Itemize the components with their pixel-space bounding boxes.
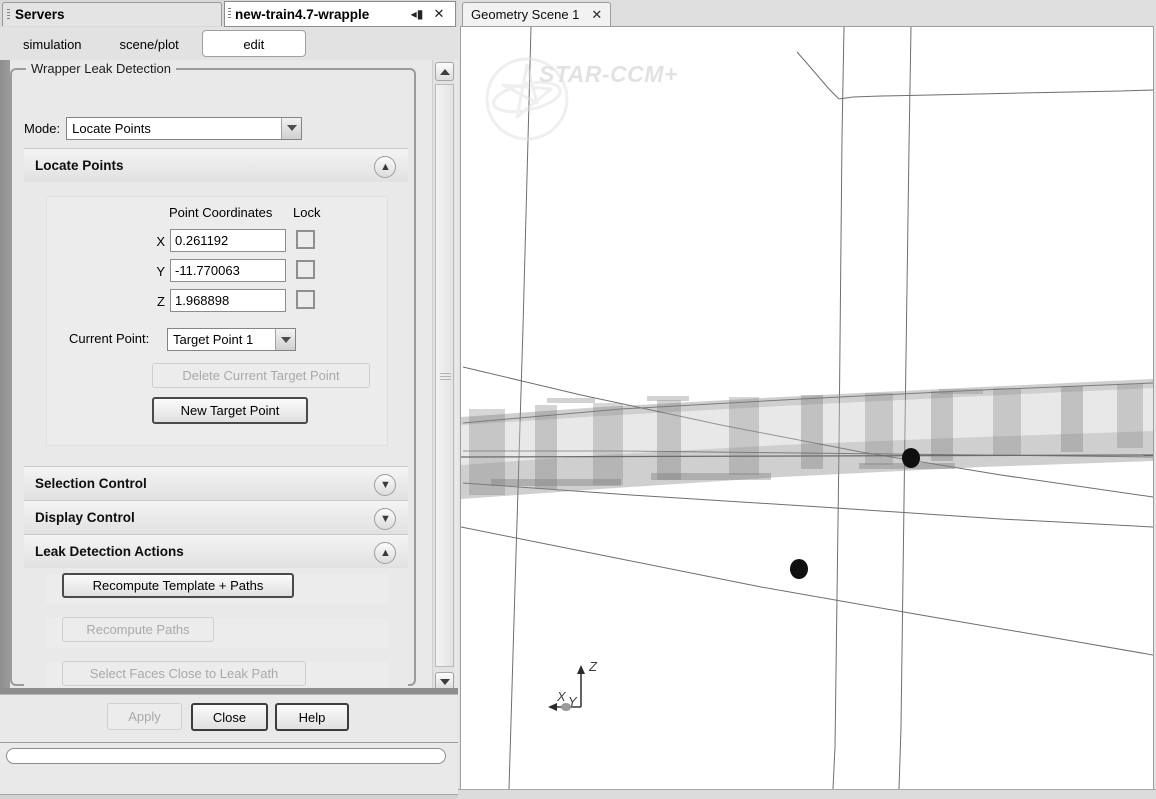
- current-point-select[interactable]: Target Point 1: [167, 328, 296, 351]
- servers-tab[interactable]: Servers: [2, 2, 222, 26]
- tab-edit[interactable]: edit: [201, 30, 306, 57]
- axis-label-z: Z: [589, 659, 597, 674]
- current-point-row: Current Point: Target Point 1: [47, 327, 389, 353]
- drag-grip-icon: [228, 8, 231, 20]
- chevron-down-icon[interactable]: [275, 329, 295, 350]
- status-progress-field: [6, 748, 446, 764]
- close-icon[interactable]: ✕: [431, 6, 447, 22]
- section-header-display-control[interactable]: Display Control ▼: [24, 500, 408, 534]
- help-button[interactable]: Help: [275, 703, 349, 731]
- dock-titlebar: Servers new-train4.7-wrapple ◂▮ ✕: [0, 0, 458, 27]
- section-header-leak-detection-actions[interactable]: Leak Detection Actions ▲: [24, 534, 408, 568]
- x-coordinate-input[interactable]: 0.261192: [170, 229, 286, 252]
- chevron-double-up-icon[interactable]: ▲: [374, 156, 396, 178]
- section-title: Locate Points: [35, 158, 124, 173]
- scrollbar-thumb[interactable]: [435, 84, 454, 667]
- scene-tab-bar: Geometry Scene 1 ✕: [458, 0, 1156, 26]
- status-bar-edge: [0, 794, 458, 799]
- panel-vertical-scrollbar[interactable]: [432, 60, 455, 693]
- wrapper-leak-detection-group: Wrapper Leak Detection Mode: Locate Poin…: [10, 61, 416, 692]
- axis-label-x: X: [156, 233, 165, 249]
- chevron-double-down-icon[interactable]: ▼: [374, 474, 396, 496]
- simulation-title-label: new-train4.7-wrapple: [235, 6, 370, 22]
- z-coordinate-input[interactable]: 1.968898: [170, 289, 286, 312]
- status-bar: [0, 742, 458, 799]
- coordinate-row-x: X 0.261192: [47, 227, 389, 255]
- chevron-double-up-icon[interactable]: ▲: [374, 542, 396, 564]
- tab-scene-plot[interactable]: scene/plot: [105, 30, 194, 57]
- coordinate-row-y: Y -11.770063: [47, 257, 389, 285]
- left-dock-panel: Servers new-train4.7-wrapple ◂▮ ✕ simula…: [0, 0, 458, 799]
- application-window: Servers new-train4.7-wrapple ◂▮ ✕ simula…: [0, 0, 1156, 799]
- scene-dock: Geometry Scene 1 ✕ STAR-CCM+ Z X Y: [458, 0, 1156, 799]
- recompute-template-paths-button[interactable]: Recompute Template + Paths: [62, 573, 294, 598]
- current-point-label: Current Point:: [69, 331, 150, 346]
- scene-bottom-strip: [458, 789, 1156, 799]
- simulation-title-tab[interactable]: new-train4.7-wrapple ◂▮ ✕: [224, 1, 456, 27]
- section-header-selection-control[interactable]: Selection Control ▼: [24, 466, 408, 500]
- scene-tab-label: Geometry Scene 1: [471, 7, 580, 22]
- group-title: Wrapper Leak Detection: [26, 61, 176, 76]
- axis-label-z: Z: [157, 293, 165, 309]
- chevron-up-icon[interactable]: [435, 62, 454, 81]
- collapse-icon[interactable]: ◂▮: [409, 6, 425, 22]
- apply-button[interactable]: Apply: [107, 703, 182, 730]
- coordinates-card: Point Coordinates Lock X 0.261192 Y -11.…: [46, 196, 388, 446]
- chevron-double-down-icon[interactable]: ▼: [374, 508, 396, 530]
- close-icon[interactable]: ✕: [591, 7, 602, 23]
- y-coordinate-input[interactable]: -11.770063: [170, 259, 286, 282]
- section-title: Display Control: [35, 510, 135, 525]
- scroll-content: Wrapper Leak Detection Mode: Locate Poin…: [0, 60, 433, 693]
- panel-scroll-area: Wrapper Leak Detection Mode: Locate Poin…: [0, 60, 458, 693]
- target-point-marker-2: [790, 559, 808, 579]
- point-coordinates-header: Point Coordinates: [169, 205, 273, 220]
- lock-header: Lock: [293, 205, 321, 220]
- delete-current-target-point-button[interactable]: Delete Current Target Point: [152, 363, 370, 388]
- axis-triad: Z X Y: [539, 659, 619, 719]
- recompute-paths-button[interactable]: Recompute Paths: [62, 617, 214, 642]
- mode-row: Mode: Locate Points: [24, 114, 408, 142]
- geometry-scene-viewport[interactable]: STAR-CCM+ Z X Y: [460, 26, 1154, 790]
- section-title: Selection Control: [35, 476, 147, 491]
- scrollbar-grip-icon: [440, 373, 451, 380]
- close-button[interactable]: Close: [191, 703, 268, 731]
- section-header-locate-points[interactable]: Locate Points ▲: [24, 148, 408, 182]
- axis-label-y: Y: [156, 263, 165, 279]
- servers-tab-label: Servers: [15, 7, 65, 22]
- coordinates-header-row: Point Coordinates Lock: [47, 205, 389, 223]
- select-faces-close-to-leak-path-button[interactable]: Select Faces Close to Leak Path: [62, 661, 306, 686]
- lock-checkbox-y[interactable]: [296, 260, 315, 279]
- axis-label-y: Y: [568, 694, 577, 709]
- chevron-down-icon[interactable]: [281, 117, 302, 139]
- tab-simulation[interactable]: simulation: [8, 30, 97, 57]
- current-point-value: Target Point 1: [173, 332, 254, 347]
- mode-select-value: Locate Points: [72, 120, 151, 136]
- section-title: Leak Detection Actions: [35, 544, 184, 559]
- target-point-marker-1: [902, 448, 920, 468]
- lock-checkbox-z[interactable]: [296, 290, 315, 309]
- watermark-text: STAR-CCM+: [539, 61, 678, 87]
- mode-label: Mode:: [24, 120, 61, 136]
- new-target-point-button[interactable]: New Target Point: [152, 397, 308, 424]
- leak-detection-actions-body: Recompute Template + Paths Recompute Pat…: [24, 568, 408, 692]
- panel-tab-bar: simulation scene/plot edit: [0, 27, 458, 61]
- mode-select[interactable]: Locate Points: [66, 116, 303, 140]
- dialog-button-bar: Apply Close Help: [0, 694, 458, 743]
- drag-grip-icon: [7, 8, 10, 21]
- axis-label-x: X: [557, 689, 566, 704]
- locate-points-body: Point Coordinates Lock X 0.261192 Y -11.…: [24, 182, 408, 466]
- coordinate-row-z: Z 1.968898: [47, 287, 389, 315]
- lock-checkbox-x[interactable]: [296, 230, 315, 249]
- tab-geometry-scene-1[interactable]: Geometry Scene 1 ✕: [462, 2, 612, 26]
